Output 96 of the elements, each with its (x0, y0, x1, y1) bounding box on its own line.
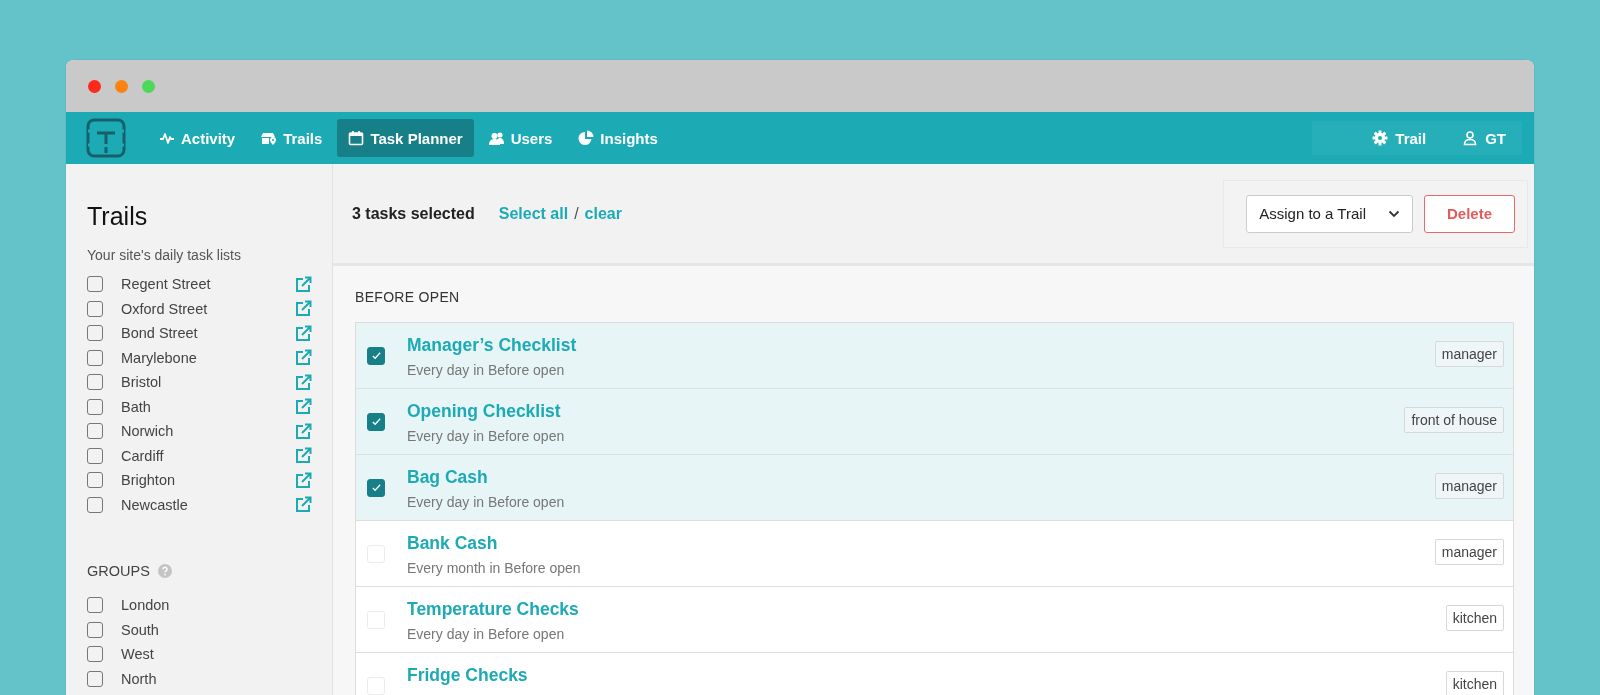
clear-link[interactable]: clear (584, 204, 622, 223)
sidebar-subtitle: Your site's daily task lists (87, 247, 242, 263)
trail-label: Regent Street (121, 276, 212, 293)
checkbox[interactable] (367, 346, 385, 365)
task-row[interactable]: Temperature Checks Every day in Before open kitchen (356, 587, 1513, 653)
pulse-icon (159, 130, 175, 146)
minimize-window-icon[interactable] (115, 79, 128, 93)
check-icon (370, 416, 382, 427)
checkbox[interactable] (87, 646, 103, 663)
selection-count: 3 tasks selected (352, 204, 475, 223)
external-link-icon[interactable] (295, 422, 312, 440)
trail-label: Bond Street (121, 325, 199, 342)
checkbox[interactable] (87, 398, 103, 415)
users-icon (488, 130, 505, 146)
external-link-icon[interactable] (295, 275, 312, 293)
trail-label: Newcastle (121, 496, 189, 513)
trail-label: Marylebone (121, 349, 198, 366)
role-tag: manager (1434, 473, 1504, 499)
role-tag: kitchen (1445, 671, 1504, 695)
checkbox[interactable] (87, 496, 103, 513)
checkbox[interactable] (87, 374, 103, 391)
trail-label: Cardiff (121, 447, 165, 464)
task-title[interactable]: Fridge Checks (407, 665, 1446, 686)
group-label: West (121, 646, 155, 663)
task-schedule: Every day in Before open (407, 494, 566, 510)
task-title[interactable]: Temperature Checks (407, 599, 1446, 620)
task-schedule: Every day in Before open (407, 626, 566, 642)
sidebar-title: Trails (87, 202, 149, 231)
user-icon (1462, 130, 1479, 146)
role-tag: manager (1434, 341, 1504, 367)
role-tag: manager (1434, 539, 1504, 565)
checkbox[interactable] (87, 670, 103, 687)
nav-tab[interactable]: Trails (250, 119, 334, 157)
external-link-icon[interactable] (295, 300, 312, 318)
nav-tab[interactable]: Activity (148, 119, 247, 157)
checkbox[interactable] (367, 478, 385, 497)
check-icon (370, 350, 382, 361)
role-tag: kitchen (1445, 605, 1504, 631)
close-window-icon[interactable] (88, 79, 101, 93)
checkbox[interactable] (87, 597, 103, 614)
assign-dropdown[interactable]: Assign to a Trail (1246, 194, 1413, 233)
settings-icon (1372, 130, 1389, 146)
section-heading: BEFORE OPEN (355, 289, 461, 305)
external-link-icon[interactable] (295, 447, 312, 465)
select-all-link[interactable]: Select all (498, 204, 569, 223)
delete-button[interactable]: Delete (1423, 194, 1515, 233)
role-tag: front of house (1404, 407, 1504, 433)
group-label: North (121, 670, 158, 687)
pie-chart-icon (578, 130, 595, 146)
store-pin-icon (261, 130, 278, 146)
task-row[interactable]: Manager’s Checklist Every day in Before open manager (356, 323, 1513, 389)
trail-label: Bath (121, 398, 152, 415)
user-menu-button[interactable]: GT (1444, 121, 1522, 155)
logo-icon[interactable] (86, 118, 126, 158)
checkbox[interactable] (87, 621, 103, 638)
external-link-icon[interactable] (295, 496, 312, 514)
external-link-icon[interactable] (295, 324, 312, 342)
group-label: South (121, 621, 160, 638)
task-row[interactable]: Bag Cash Every day in Before open manager (356, 455, 1513, 521)
task-row[interactable]: Opening Checklist Every day in Before open front of house (356, 389, 1513, 455)
task-title[interactable]: Bag Cash (407, 467, 1435, 488)
external-link-icon[interactable] (295, 373, 312, 391)
checkbox[interactable] (87, 423, 103, 440)
trail-settings-button[interactable]: Trail (1312, 121, 1445, 155)
external-link-icon[interactable] (295, 349, 312, 367)
task-schedule: Every day in Before open (407, 428, 566, 444)
task-title[interactable]: Opening Checklist (407, 401, 1405, 422)
task-schedule: Every month in Before open (407, 560, 582, 576)
trail-label: Oxford Street (121, 300, 209, 317)
checkbox[interactable] (87, 325, 103, 342)
checkbox[interactable] (87, 276, 103, 293)
trail-label: Brighton (121, 472, 176, 489)
task-title[interactable]: Manager’s Checklist (407, 335, 1435, 356)
nav-tab[interactable]: Insights (567, 119, 669, 157)
calendar-icon (348, 130, 365, 146)
separator: / (574, 204, 579, 223)
external-link-icon[interactable] (295, 398, 312, 416)
groups-heading: GROUPS (87, 563, 150, 579)
task-title[interactable]: Bank Cash (407, 533, 1435, 554)
trail-label: Norwich (121, 423, 175, 440)
help-icon[interactable] (157, 564, 172, 578)
task-row[interactable]: Fridge Checks kitchen (356, 653, 1513, 695)
external-link-icon[interactable] (295, 471, 312, 489)
checkbox[interactable] (87, 349, 103, 366)
checkbox[interactable] (367, 412, 385, 431)
task-schedule: Every day in Before open (407, 362, 566, 378)
nav-tab[interactable]: Task Planner (337, 119, 474, 157)
nav-tab[interactable]: Users (477, 119, 564, 157)
checkbox[interactable] (87, 447, 103, 464)
checkbox[interactable] (87, 300, 103, 317)
checkbox[interactable] (87, 472, 103, 489)
check-icon (370, 482, 382, 493)
trail-label: Bristol (121, 374, 163, 391)
caret-icon (1387, 209, 1400, 218)
task-row[interactable]: Bank Cash Every month in Before open manager (356, 521, 1513, 587)
group-label: London (121, 597, 171, 614)
